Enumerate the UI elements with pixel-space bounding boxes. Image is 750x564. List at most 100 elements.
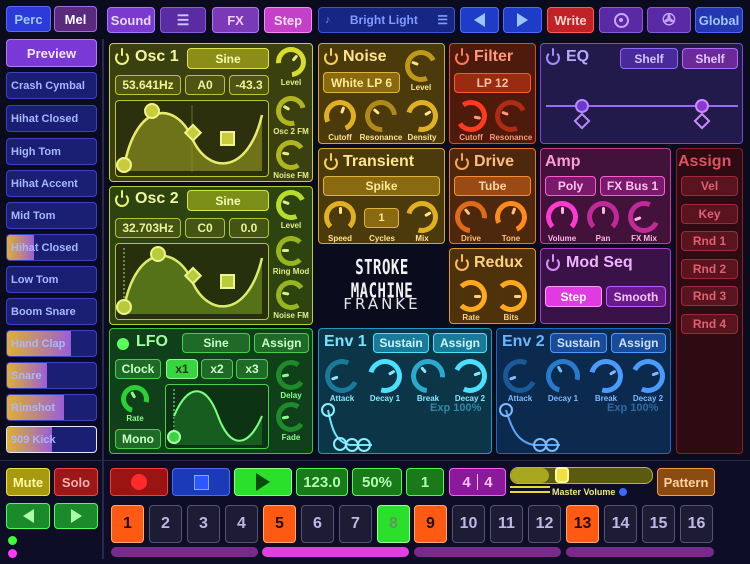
osc2-wave-display[interactable] (115, 243, 269, 320)
env2-graph[interactable] (498, 400, 568, 452)
record-button[interactable] (110, 468, 168, 496)
solo-button[interactable]: Solo (54, 468, 98, 496)
noise-power-icon[interactable] (324, 48, 338, 65)
sidebar-sound-item[interactable]: Hand Clap (6, 330, 97, 357)
sidebar-sound-item[interactable]: Low Tom (6, 266, 97, 293)
filter-power-icon[interactable] (455, 48, 469, 65)
env1-assign-button[interactable]: Assign (433, 333, 487, 353)
perc-tab[interactable]: Perc (6, 6, 51, 32)
osc1-power-icon[interactable] (115, 48, 129, 65)
sidebar-sound-item[interactable]: Hihat Accent (6, 170, 97, 197)
transient-speed-knob[interactable] (324, 201, 356, 233)
amp-pan-knob[interactable] (587, 201, 619, 233)
preset-selector[interactable]: ♪ Bright Light ☰ (318, 7, 455, 33)
osc1-freq[interactable]: 53.641Hz (115, 75, 181, 95)
page-bar-1[interactable] (111, 547, 258, 557)
sequencer-step[interactable]: 16 (680, 505, 713, 543)
page-bar-2[interactable] (262, 547, 409, 557)
redux-rate-knob[interactable] (455, 280, 487, 312)
pattern-button[interactable]: Pattern (657, 468, 715, 496)
sidebar-sound-item[interactable]: Mid Tom (6, 202, 97, 229)
sequencer-step[interactable]: 11 (490, 505, 523, 543)
assign-source-button[interactable]: Rnd 1 (681, 231, 738, 251)
env2-assign-button[interactable]: Assign (611, 333, 666, 353)
transient-cycles-value[interactable]: 1 (364, 208, 399, 228)
eq-power-icon[interactable] (546, 48, 560, 65)
osc1-wave-select[interactable]: Sine (187, 48, 269, 69)
stop-button[interactable] (172, 468, 230, 496)
sidebar-sound-item[interactable]: Boom Snare (6, 298, 97, 325)
next-preset-button[interactable] (503, 7, 542, 33)
sequencer-step[interactable]: 15 (642, 505, 675, 543)
env2-sustain-button[interactable]: Sustain (550, 333, 607, 353)
lfo-assign-button[interactable]: Assign (254, 333, 309, 353)
osc2-note[interactable]: C0 (185, 218, 225, 238)
osc2-ringmod-knob[interactable] (276, 236, 306, 266)
sequencer-step[interactable]: 10 (452, 505, 485, 543)
noise-type-select[interactable]: White LP 6 (323, 72, 400, 93)
osc1-wave-display[interactable] (115, 100, 269, 177)
prev-sound-button[interactable] (6, 503, 50, 529)
master-volume-slider[interactable] (510, 467, 653, 484)
osc2-freq[interactable]: 32.703Hz (115, 218, 181, 238)
step-tab[interactable]: Step (264, 7, 312, 33)
lfo-clock-button[interactable]: Clock (115, 359, 161, 379)
assign-source-button[interactable]: Rnd 4 (681, 313, 738, 334)
sidebar-sound-item[interactable]: Snare (6, 362, 97, 389)
drive-power-icon[interactable] (455, 153, 469, 170)
length-field[interactable]: 1 (406, 468, 444, 496)
sidebar-sound-item[interactable]: Hihat Closed (6, 234, 97, 261)
page-bar-4[interactable] (566, 547, 714, 557)
play-button[interactable] (234, 468, 292, 496)
time-signature[interactable]: 4 4 (449, 468, 506, 496)
transient-type-select[interactable]: Spike (323, 176, 440, 196)
lfo-x2-button[interactable]: x2 (201, 359, 233, 379)
eq-high-shelf-button[interactable]: Shelf (682, 48, 738, 69)
lfo-x3-button[interactable]: x3 (236, 359, 268, 379)
tempo-field[interactable]: 123.0 (296, 468, 348, 496)
sequencer-step[interactable]: 7 (339, 505, 372, 543)
redux-bits-knob[interactable] (495, 280, 527, 312)
preview-button[interactable]: Preview (6, 39, 97, 67)
menu-button[interactable]: ☰ (160, 7, 206, 33)
env1-sustain-button[interactable]: Sustain (373, 333, 429, 353)
drive-type-select[interactable]: Tube (454, 176, 531, 196)
lfo-wave-display[interactable] (165, 384, 269, 449)
sequencer-step[interactable]: 8 (377, 505, 410, 543)
amp-bus-select[interactable]: FX Bus 1 (600, 176, 665, 196)
sequencer-step[interactable]: 14 (604, 505, 637, 543)
prev-preset-button[interactable] (460, 7, 499, 33)
sequencer-step[interactable]: 12 (528, 505, 561, 543)
fan-button[interactable]: ✇ (647, 7, 691, 33)
eq-low-shelf-button[interactable]: Shelf (620, 48, 678, 69)
modseq-power-icon[interactable] (546, 254, 560, 271)
master-volume-thumb[interactable] (555, 467, 569, 483)
sequencer-step[interactable]: 1 (111, 505, 144, 543)
sequencer-step[interactable]: 4 (225, 505, 258, 543)
sequencer-step[interactable]: 9 (414, 505, 447, 543)
fx-tab[interactable]: FX (212, 7, 259, 33)
lfo-wave-select[interactable]: Sine (182, 333, 250, 353)
sidebar-sound-item[interactable]: Crash Cymbal (6, 72, 97, 99)
sidebar-sound-item[interactable]: Rimshot (6, 394, 97, 421)
amp-volume-knob[interactable] (546, 201, 578, 233)
next-sound-button[interactable] (54, 503, 98, 529)
amp-poly-button[interactable]: Poly (545, 176, 596, 196)
eq-graph[interactable] (546, 75, 738, 139)
sequencer-step[interactable]: 3 (187, 505, 220, 543)
osc1-note[interactable]: A0 (185, 75, 225, 95)
lfo-x1-button[interactable]: x1 (166, 359, 198, 379)
env1-graph[interactable] (320, 400, 380, 452)
osc2-wave-select[interactable]: Sine (187, 190, 269, 211)
filter-type-select[interactable]: LP 12 (454, 73, 531, 93)
mute-button[interactable]: Mute (6, 468, 50, 496)
modseq-step-button[interactable]: Step (545, 286, 602, 307)
sequencer-step[interactable]: 6 (301, 505, 334, 543)
sidebar-sound-item[interactable]: 909 Kick (6, 426, 97, 453)
record-arm-button[interactable] (599, 7, 643, 33)
sidebar-sound-item[interactable]: Hihat Closed (6, 105, 97, 132)
modseq-smooth-button[interactable]: Smooth (606, 286, 666, 307)
write-button[interactable]: Write (547, 7, 594, 33)
redux-power-icon[interactable] (455, 254, 469, 271)
mel-tab[interactable]: Mel (54, 6, 97, 32)
